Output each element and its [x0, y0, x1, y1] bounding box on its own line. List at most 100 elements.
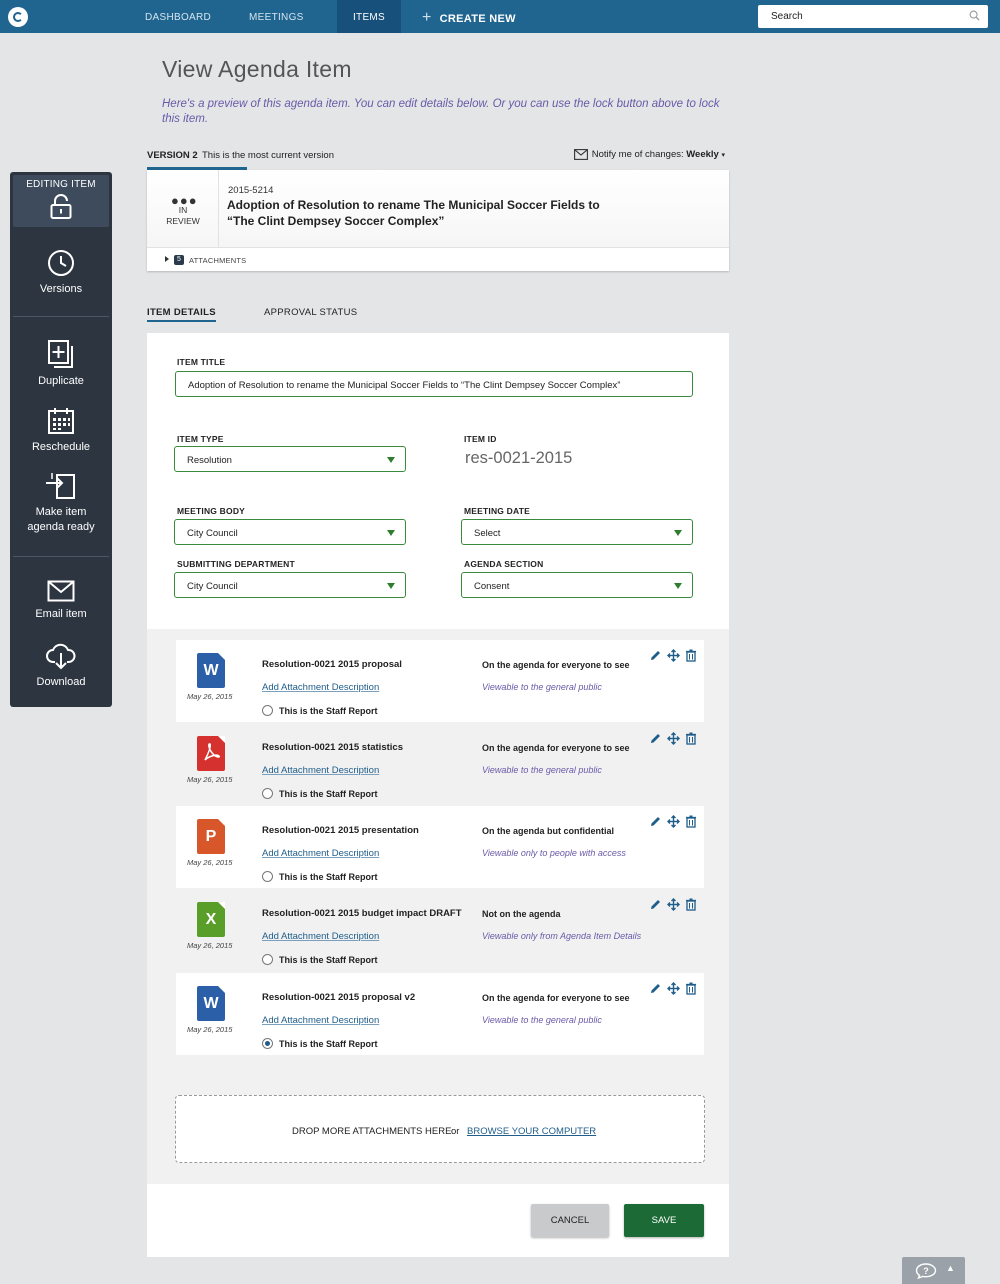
trash-icon[interactable] [685, 982, 697, 995]
agenda-visibility: On the agenda but confidential [482, 826, 615, 836]
visibility-description: Viewable to the general public [482, 1015, 602, 1025]
tab-item-details[interactable]: ITEM DETAILS [147, 307, 216, 322]
add-description-link[interactable]: Add Attachment Description [262, 931, 379, 942]
calendar-icon [48, 408, 74, 434]
staff-report-radio[interactable] [262, 871, 273, 882]
nav-meetings[interactable]: MEETINGS [249, 0, 304, 33]
status-box: ●●● IN REVIEW [147, 170, 219, 247]
edit-pencil-icon[interactable] [649, 815, 662, 828]
nav-dashboard[interactable]: DASHBOARD [145, 0, 211, 33]
reschedule-label: Reschedule [31, 441, 91, 453]
version-description: This is the most current version [202, 150, 334, 161]
item-number: 2015-5214 [228, 185, 274, 196]
attachment-date: May 26, 2015 [187, 858, 233, 867]
trash-icon[interactable] [685, 732, 697, 745]
agenda-visibility: On the agenda for everyone to see [482, 660, 630, 670]
download-label: Download [36, 676, 86, 688]
move-icon[interactable] [667, 732, 680, 745]
duplicate-icon [48, 340, 73, 368]
visibility-description: Viewable to the general public [482, 765, 602, 775]
app-logo[interactable] [8, 7, 28, 27]
email-item-label: Email item [35, 608, 87, 620]
move-icon[interactable] [667, 649, 680, 662]
agenda-section-select[interactable]: Consent [461, 572, 693, 598]
plus-icon: + [422, 9, 432, 26]
file-type-letter: W [203, 995, 219, 1012]
nav-items[interactable]: ITEMS [337, 0, 401, 33]
meeting-date-select[interactable]: Select [461, 519, 693, 545]
add-description-link[interactable]: Add Attachment Description [262, 765, 379, 776]
versions-label: Versions [39, 283, 83, 295]
trash-icon[interactable] [685, 898, 697, 911]
item-id-value: res-0021-2015 [465, 449, 573, 467]
nav-create-new[interactable]: + CREATE NEW [422, 0, 516, 33]
help-widget[interactable]: ? ▲ [902, 1257, 965, 1284]
staff-report-radio[interactable] [262, 788, 273, 799]
item-title-value: Adoption of Resolution to rename the Mun… [188, 380, 621, 391]
search-placeholder: Search [771, 11, 803, 22]
save-button[interactable]: SAVE [624, 1204, 704, 1237]
expand-up-icon: ▲ [946, 1263, 955, 1273]
edit-pencil-icon[interactable] [649, 898, 662, 911]
trash-icon[interactable] [685, 649, 697, 662]
search-icon[interactable] [969, 10, 980, 21]
attachments-label: ATTACHMENTS [189, 256, 247, 265]
item-title: Adoption of Resolution to rename The Mun… [227, 197, 657, 229]
agenda-ready-label-1: Make item [35, 506, 87, 518]
email-icon [47, 580, 75, 602]
item-type-select[interactable]: Resolution [174, 446, 406, 472]
reschedule-button[interactable]: Reschedule [10, 407, 112, 455]
add-description-link[interactable]: Add Attachment Description [262, 1015, 379, 1026]
staff-report-radio[interactable] [262, 705, 273, 716]
agenda-visibility: On the agenda for everyone to see [482, 993, 630, 1003]
visibility-description: Viewable only to people with access [482, 848, 626, 858]
version-label: VERSION 2 [147, 150, 198, 161]
browse-computer-link[interactable]: BROWSE YOUR COMPUTER [467, 1126, 596, 1137]
page-fold [218, 653, 225, 660]
tab-approval-status[interactable]: APPROVAL STATUS [264, 307, 357, 318]
pdf-symbol-icon [204, 743, 220, 761]
edit-pencil-icon[interactable] [649, 649, 662, 662]
lock-toggle-button[interactable]: EDITING ITEM [13, 175, 109, 227]
staff-report-radio[interactable] [262, 1038, 273, 1049]
move-icon[interactable] [667, 815, 680, 828]
cancel-button[interactable]: CANCEL [531, 1204, 609, 1237]
attachments-toggle[interactable]: 5 ATTACHMENTS [147, 247, 729, 271]
item-id-label: ITEM ID [464, 434, 497, 444]
submitting-dept-select[interactable]: City Council [174, 572, 406, 598]
status-line2: REVIEW [166, 216, 200, 226]
move-icon[interactable] [667, 982, 680, 995]
staff-report-radio[interactable] [262, 954, 273, 965]
visibility-description: Viewable only from Agenda Item Details [482, 931, 642, 941]
meeting-body-value: City Council [187, 528, 238, 539]
download-button[interactable]: Download [10, 642, 112, 690]
nav-create-new-label: CREATE NEW [439, 13, 516, 25]
add-description-link[interactable]: Add Attachment Description [262, 682, 379, 693]
item-title-input[interactable]: Adoption of Resolution to rename the Mun… [175, 371, 693, 397]
move-to-agenda-icon [46, 473, 75, 499]
attachment-dropzone[interactable]: DROP MORE ATTACHMENTS HERE or BROWSE YOU… [175, 1095, 705, 1163]
submitting-dept-label: SUBMITTING DEPARTMENT [177, 559, 295, 569]
dropdown-arrow-icon [674, 583, 682, 589]
svg-text:?: ? [923, 1266, 929, 1276]
clock-icon [48, 250, 74, 276]
edit-pencil-icon[interactable] [649, 732, 662, 745]
meeting-body-label: MEETING BODY [177, 506, 246, 516]
notify-dropdown[interactable]: Notify me of changes: Weekly ▾ [573, 149, 725, 160]
attachment-actions [649, 982, 699, 996]
meeting-body-select[interactable]: City Council [174, 519, 406, 545]
add-description-link[interactable]: Add Attachment Description [262, 848, 379, 859]
edit-pencil-icon[interactable] [649, 982, 662, 995]
dropdown-arrow-icon [387, 457, 395, 463]
move-icon[interactable] [667, 898, 680, 911]
agenda-section-label: AGENDA SECTION [464, 559, 544, 569]
agenda-ready-button[interactable]: Make item agenda ready [10, 472, 112, 535]
top-nav-bar: DASHBOARD MEETINGS ITEMS + CREATE NEW Sea… [0, 0, 1000, 33]
duplicate-button[interactable]: Duplicate [10, 339, 112, 389]
search-input[interactable]: Search [758, 5, 988, 28]
agenda-visibility: On the agenda for everyone to see [482, 743, 630, 753]
versions-button[interactable]: Versions [10, 249, 112, 297]
email-item-button[interactable]: Email item [10, 580, 112, 622]
trash-icon[interactable] [685, 815, 697, 828]
staff-report-label: This is the Staff Report [279, 872, 378, 882]
